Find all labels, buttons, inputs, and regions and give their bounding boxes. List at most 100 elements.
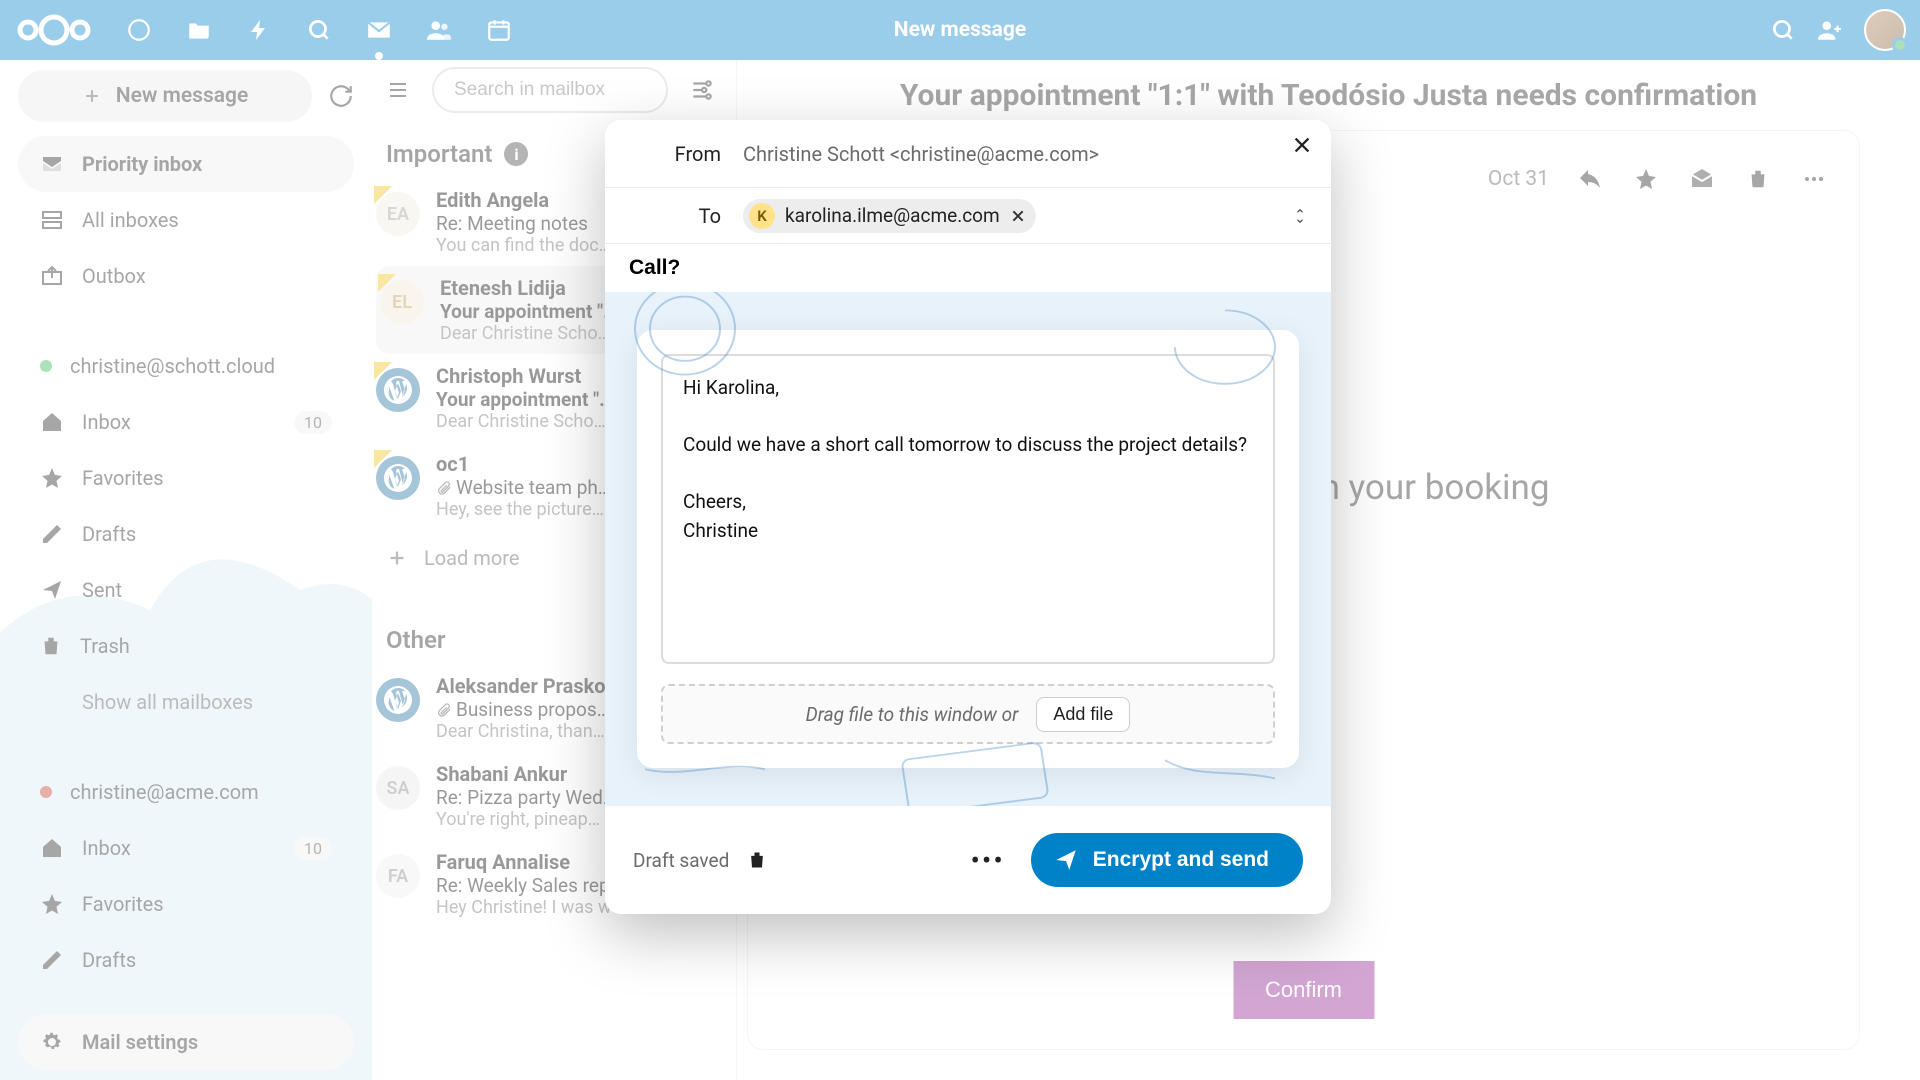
presence-indicator <box>1892 37 1908 53</box>
brand-logo[interactable] <box>14 11 94 49</box>
home-icon <box>40 410 64 434</box>
nav-favorites-1[interactable]: Favorites <box>18 450 354 506</box>
stack-icon <box>40 208 64 232</box>
message-sender: Etenesh Lidija <box>440 276 566 300</box>
filter-button[interactable] <box>680 68 724 112</box>
sidebar: New message Priority inbox All inboxes O… <box>0 60 372 1080</box>
recipient-chip[interactable]: K karolina.ilme@acme.com <box>743 199 1036 233</box>
nav-label: christine@schott.cloud <box>70 354 275 378</box>
nav-label: Favorites <box>82 466 164 490</box>
message-sender: Faruq Annalise <box>436 850 570 874</box>
app-switcher <box>112 0 526 60</box>
nav-account-1[interactable]: christine@schott.cloud <box>18 338 354 394</box>
nav-inbox-2[interactable]: Inbox 10 <box>18 820 354 876</box>
draft-saved-label: Draft saved <box>633 849 729 872</box>
reply-button[interactable] <box>1575 164 1605 194</box>
delete-button[interactable] <box>1743 164 1773 194</box>
message-avatar: SA <box>376 766 424 814</box>
nav-outbox[interactable]: Outbox <box>18 248 354 304</box>
remove-recipient-icon[interactable] <box>1010 208 1026 224</box>
nav-label: Drafts <box>82 948 136 972</box>
message-sender: Aleksander Praskov… <box>436 674 629 698</box>
message-avatar: EA <box>376 192 424 240</box>
message-avatar: EL <box>380 280 428 328</box>
expand-recipients-icon[interactable] <box>1293 206 1307 226</box>
nav-label: All inboxes <box>82 208 179 232</box>
nav-label: Inbox <box>82 410 131 434</box>
search-input[interactable] <box>454 79 646 101</box>
nav-favorites-2[interactable]: Favorites <box>18 876 354 932</box>
settings-label: Mail settings <box>82 1030 198 1054</box>
search-input-wrap[interactable] <box>432 67 668 113</box>
recipient-email: karolina.ilme@acme.com <box>785 204 1000 227</box>
status-dot-icon <box>40 360 52 372</box>
mark-read-button[interactable] <box>1687 164 1717 194</box>
compose-dialog: From Christine Schott <christine@acme.co… <box>605 120 1331 914</box>
nav-sent-1[interactable]: Sent <box>18 562 354 618</box>
discard-draft-button[interactable] <box>747 849 767 871</box>
priority-icon <box>40 152 64 176</box>
from-label: From <box>633 142 721 166</box>
nav-all-inboxes[interactable]: All inboxes <box>18 192 354 248</box>
send-label: Encrypt and send <box>1093 848 1269 872</box>
from-value[interactable]: Christine Schott <christine@acme.com> <box>743 142 1099 166</box>
send-icon <box>40 578 64 602</box>
app-header: New message <box>0 0 1920 60</box>
nav-label: Inbox <box>82 836 131 860</box>
user-menu[interactable] <box>1864 9 1906 51</box>
nav-label: Sent <box>82 578 122 602</box>
message-avatar <box>376 368 424 416</box>
star-button[interactable] <box>1631 164 1661 194</box>
nav-account-2[interactable]: christine@acme.com <box>18 764 354 820</box>
send-icon <box>1053 847 1079 873</box>
nav-drafts-2[interactable]: Drafts <box>18 932 354 988</box>
app-contacts[interactable] <box>412 0 466 60</box>
refresh-button[interactable] <box>328 83 354 109</box>
message-avatar <box>376 678 424 726</box>
gear-icon <box>40 1030 64 1054</box>
info-icon[interactable]: i <box>504 142 528 166</box>
message-avatar: FA <box>376 854 424 902</box>
app-calendar[interactable] <box>472 0 526 60</box>
message-date: Oct 31 <box>1488 167 1549 191</box>
nav-label: christine@acme.com <box>70 780 259 804</box>
message-sender: oc1 <box>436 452 469 476</box>
app-mail[interactable] <box>352 0 406 60</box>
close-icon[interactable] <box>1291 134 1313 156</box>
nav-label: Show all mailboxes <box>82 690 253 714</box>
nav-trash-1[interactable]: Trash <box>18 618 354 674</box>
message-sender: Christoph Wurst <box>436 364 581 388</box>
app-search[interactable] <box>292 0 346 60</box>
nav-priority-inbox[interactable]: Priority inbox <box>18 136 354 192</box>
nav-drafts-1[interactable]: Drafts <box>18 506 354 562</box>
trash-icon <box>40 634 62 658</box>
star-icon <box>40 466 64 490</box>
subject-input[interactable] <box>605 244 1331 292</box>
mail-settings-button[interactable]: Mail settings <box>18 1014 354 1070</box>
header-search-icon[interactable] <box>1770 17 1796 43</box>
message-sender: Shabani Ankur <box>436 762 567 786</box>
app-files[interactable] <box>172 0 226 60</box>
message-sender: Edith Angela <box>436 188 549 212</box>
recipient-avatar-icon: K <box>749 203 775 229</box>
compose-more-button[interactable]: ••• <box>962 836 1012 885</box>
nav-label: Favorites <box>82 892 164 916</box>
header-contacts-icon[interactable] <box>1816 17 1844 43</box>
new-message-button[interactable]: New message <box>18 70 312 122</box>
compose-body-area: Hi Karolina, Could we have a short call … <box>605 292 1331 806</box>
nav-label: Outbox <box>82 264 146 288</box>
to-label: To <box>633 204 721 228</box>
nav-label: Trash <box>80 634 130 658</box>
unread-badge: 10 <box>294 837 332 860</box>
confirm-button[interactable]: Confirm <box>1233 961 1374 1019</box>
menu-toggle[interactable] <box>376 68 420 112</box>
more-button[interactable] <box>1799 164 1829 194</box>
app-dashboard[interactable] <box>112 0 166 60</box>
message-avatar <box>376 456 424 504</box>
app-activity[interactable] <box>232 0 286 60</box>
star-icon <box>40 892 64 916</box>
nav-show-all-1[interactable]: Show all mailboxes <box>18 674 354 730</box>
send-button[interactable]: Encrypt and send <box>1031 833 1303 887</box>
nav-label: Priority inbox <box>82 152 202 176</box>
nav-inbox-1[interactable]: Inbox 10 <box>18 394 354 450</box>
